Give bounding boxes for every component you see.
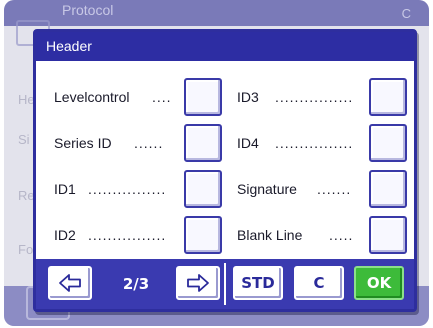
item-signature: Signature ....... — [237, 170, 411, 208]
item-label: ID3 — [237, 89, 259, 105]
ok-button-label: OK — [366, 274, 392, 292]
std-button-label: STD — [241, 274, 275, 292]
item-label: ID2 — [54, 227, 76, 243]
dialog-title: Header — [36, 32, 414, 61]
arrow-left-icon — [59, 274, 81, 292]
next-page-button[interactable] — [176, 266, 220, 300]
previous-page-button[interactable] — [48, 266, 92, 300]
item-label: ID4 — [237, 135, 259, 151]
footer-divider — [224, 263, 226, 305]
item-label: Series ID — [54, 135, 112, 151]
background-corner-text: C — [401, 6, 411, 21]
item-dots: ................ — [275, 135, 354, 151]
id1-checkbox[interactable] — [184, 170, 222, 208]
std-button[interactable]: STD — [233, 266, 283, 300]
item-dots: ....... — [317, 181, 352, 197]
signature-checkbox[interactable] — [369, 170, 407, 208]
item-dots: ................ — [88, 227, 167, 243]
ok-button[interactable]: OK — [354, 266, 404, 300]
header-dialog: Header Levelcontrol .... Series ID .....… — [33, 29, 417, 312]
item-label: Levelcontrol — [54, 89, 130, 105]
background-row-label: Fo — [18, 242, 34, 257]
page-indicator: 2/3 — [122, 275, 150, 293]
item-dots: ...... — [134, 135, 164, 151]
item-label: Blank Line — [237, 227, 303, 243]
background-titlebar: Protocol C — [4, 0, 429, 26]
item-label: ID1 — [54, 181, 76, 197]
item-blank-line: Blank Line ..... — [237, 216, 411, 254]
series-id-checkbox[interactable] — [184, 124, 222, 162]
item-dots: .... — [152, 89, 172, 105]
item-id2: ID2 ................ — [54, 216, 232, 254]
background-title: Protocol — [62, 2, 114, 18]
item-dots: ..... — [329, 227, 354, 243]
item-label: Signature — [237, 181, 297, 197]
clear-button[interactable]: C — [294, 266, 344, 300]
blank-line-checkbox[interactable] — [369, 216, 407, 254]
levelcontrol-checkbox[interactable] — [184, 78, 222, 116]
item-dots: ................ — [275, 89, 354, 105]
item-series-id: Series ID ...... — [54, 124, 232, 162]
clear-button-label: C — [313, 274, 325, 292]
arrow-right-icon — [187, 274, 209, 292]
id2-checkbox[interactable] — [184, 216, 222, 254]
item-id1: ID1 ................ — [54, 170, 232, 208]
item-dots: ................ — [88, 181, 167, 197]
item-id4: ID4 ................ — [237, 124, 411, 162]
dialog-footer: 2/3 STD C OK — [36, 259, 414, 309]
item-levelcontrol: Levelcontrol .... — [54, 78, 232, 116]
id3-checkbox[interactable] — [369, 78, 407, 116]
id4-checkbox[interactable] — [369, 124, 407, 162]
background-row-label: Si — [18, 132, 30, 147]
item-id3: ID3 ................ — [237, 78, 411, 116]
